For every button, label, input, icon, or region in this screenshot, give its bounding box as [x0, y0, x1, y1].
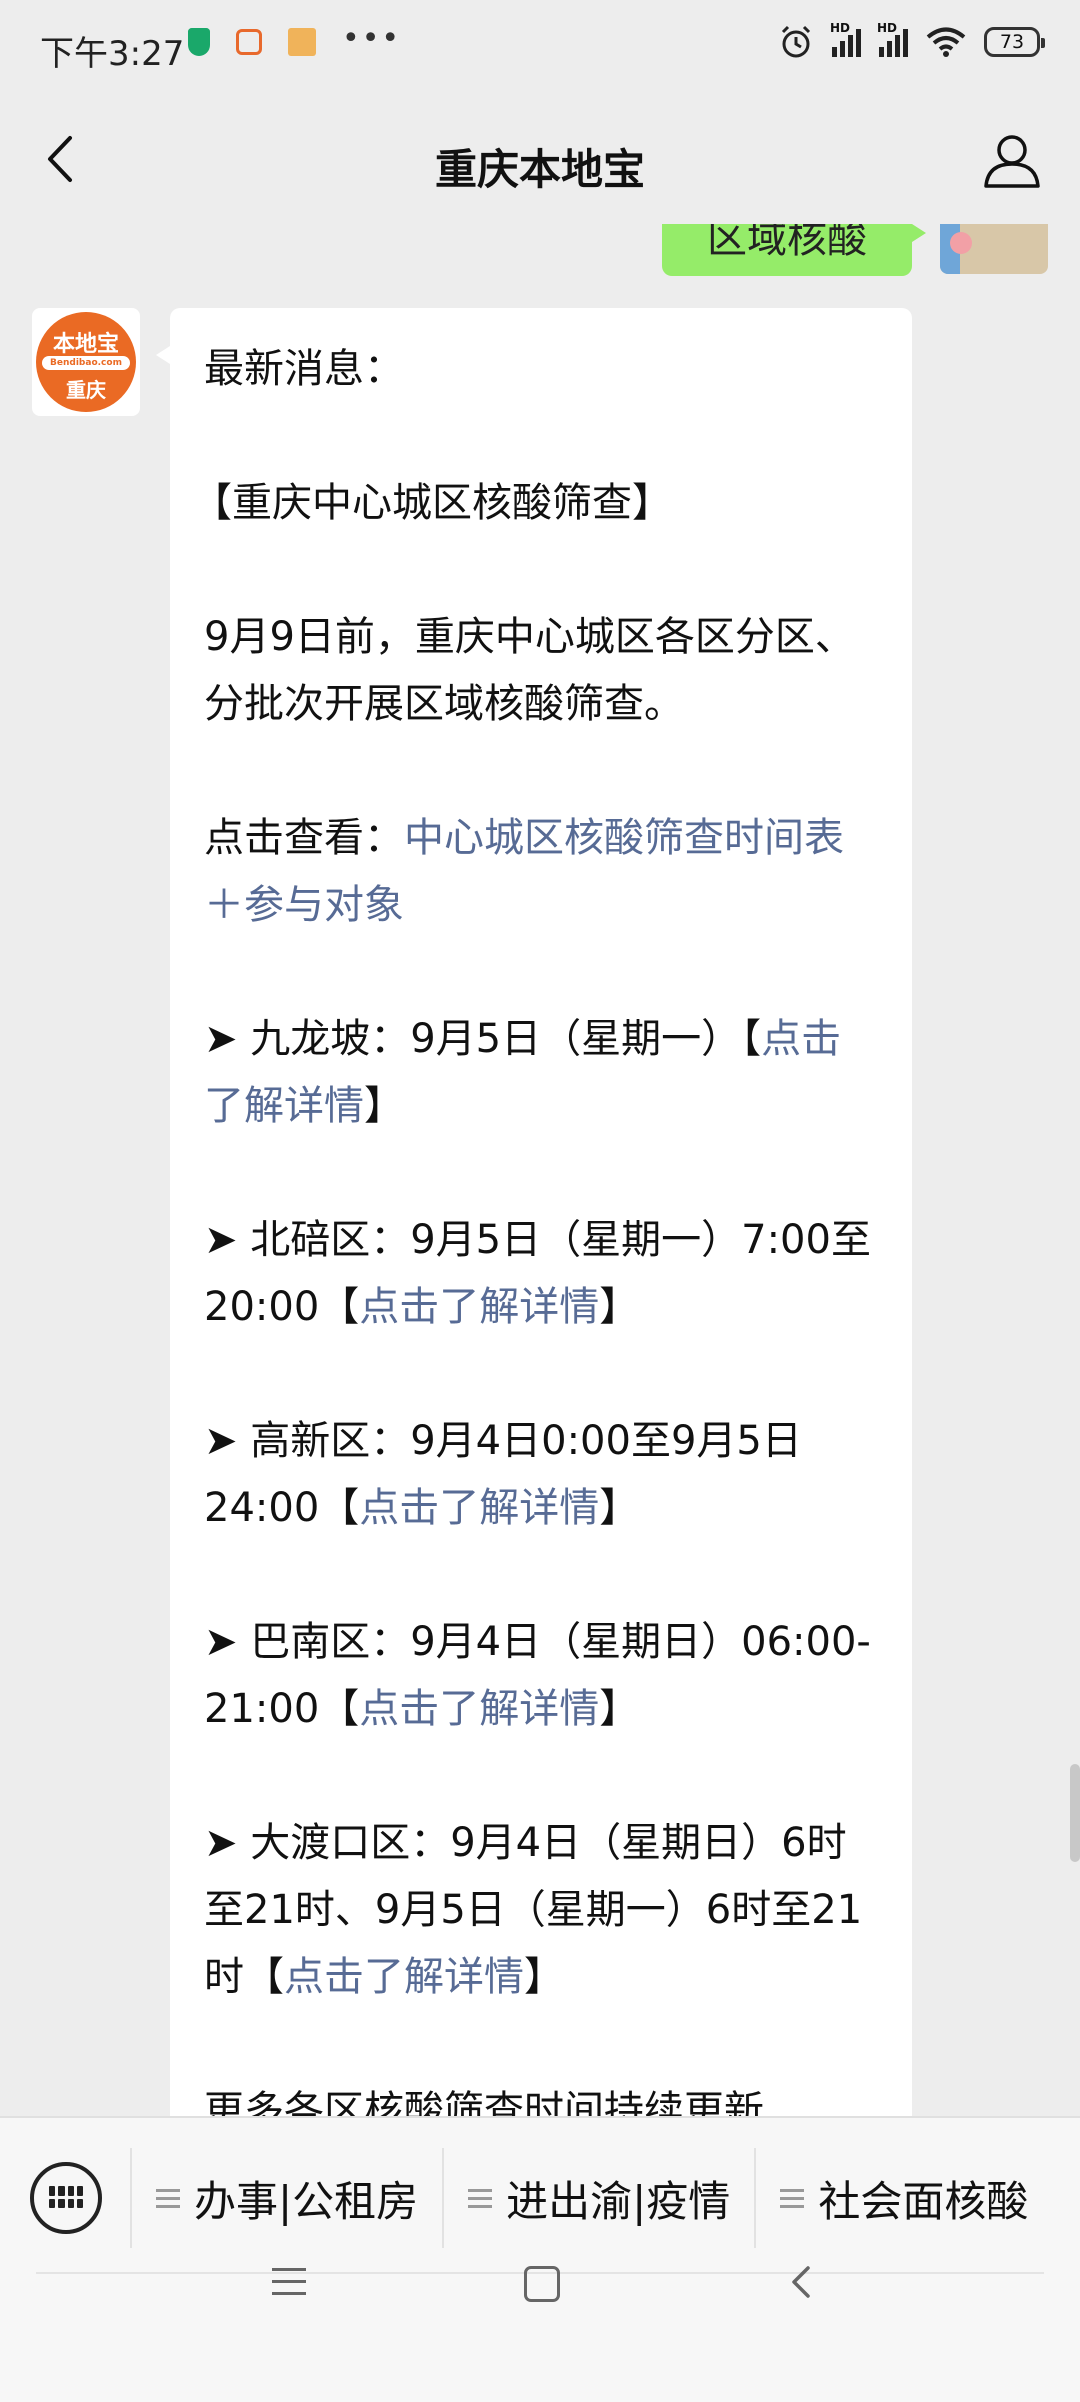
message-footer: 更多各区核酸筛查时间持续更新: [204, 2088, 764, 2116]
app-notification-icon: [236, 29, 262, 55]
battery-icon: 73: [984, 27, 1045, 57]
profile-icon[interactable]: [980, 128, 1044, 192]
details-link[interactable]: 点击了解详情: [284, 1954, 524, 2000]
signal-1-icon: HD: [830, 21, 861, 57]
chat-title: 重庆本地宝: [434, 145, 645, 194]
reader-app-icon: [288, 28, 316, 56]
message-topic: 【重庆中心城区核酸筛查】: [192, 480, 672, 526]
view-schedule-line: 点击查看：中心城区核酸筛查时间表＋参与对象: [204, 815, 844, 928]
district-item: ➤ 九龙坡：9月5日（星期一）【点击了解详情】: [204, 1016, 842, 1129]
district-item: ➤ 高新区：9月4日0:00至9月5日24:00【点击了解详情】: [204, 1418, 802, 1531]
shield-icon: [188, 28, 210, 56]
district-item: ➤ 北碚区：9月5日（星期一）7:00至20:00【点击了解详情】: [204, 1217, 871, 1330]
chat-area[interactable]: 区域核酸 本地宝 Bendibao.com 重庆 最新消息： 【重庆中心城区核酸…: [0, 224, 1080, 2116]
signal-2-icon: HD: [877, 21, 908, 57]
sent-message-bubble[interactable]: 区域核酸: [662, 224, 926, 276]
details-link[interactable]: 点击了解详情: [359, 1485, 599, 1531]
chat-header: 重庆本地宝: [0, 96, 1080, 224]
system-navigation-bar: [0, 2226, 1080, 2346]
wifi-icon: [926, 27, 966, 57]
details-link[interactable]: 点击了解详情: [359, 1686, 599, 1732]
more-notifications-icon: •••: [342, 20, 402, 56]
district-item: ➤ 大渡口区：9月4日（星期日）6时至21时、9月5日（星期一）6时至21时【点…: [204, 1820, 863, 2000]
received-message-bubble[interactable]: 最新消息： 【重庆中心城区核酸筛查】 9月9日前，重庆中心城区各区分区、分批次开…: [156, 308, 912, 2116]
recents-icon[interactable]: [272, 2268, 306, 2295]
alarm-icon: [781, 25, 811, 58]
official-account-avatar[interactable]: 本地宝 Bendibao.com 重庆: [32, 308, 140, 416]
menu-icon: [156, 2188, 180, 2208]
scrollbar[interactable]: [1070, 1764, 1080, 1862]
my-avatar[interactable]: [940, 224, 1048, 274]
keyboard-toggle-button[interactable]: [30, 2162, 102, 2234]
home-icon[interactable]: [524, 2266, 560, 2302]
keyboard-icon: [49, 2186, 83, 2208]
status-bar: 下午3:27 ••• HD HD 73: [0, 0, 1080, 96]
menu-icon: [780, 2188, 805, 2208]
status-time: 下午3:27: [40, 34, 185, 74]
district-item: ➤ 巴南区：9月4日（星期日）06:00-21:00【点击了解详情】: [204, 1619, 871, 1732]
details-link[interactable]: 点击了解详情: [359, 1284, 599, 1330]
menu-icon: [468, 2188, 493, 2208]
notification-icons: •••: [188, 21, 401, 56]
status-indicators: HD HD 73: [778, 21, 1045, 60]
message-summary: 9月9日前，重庆中心城区各区分区、分批次开展区域核酸筛查。: [204, 614, 855, 727]
back-icon[interactable]: [782, 2262, 822, 2302]
message-heading: 最新消息：: [204, 346, 404, 392]
